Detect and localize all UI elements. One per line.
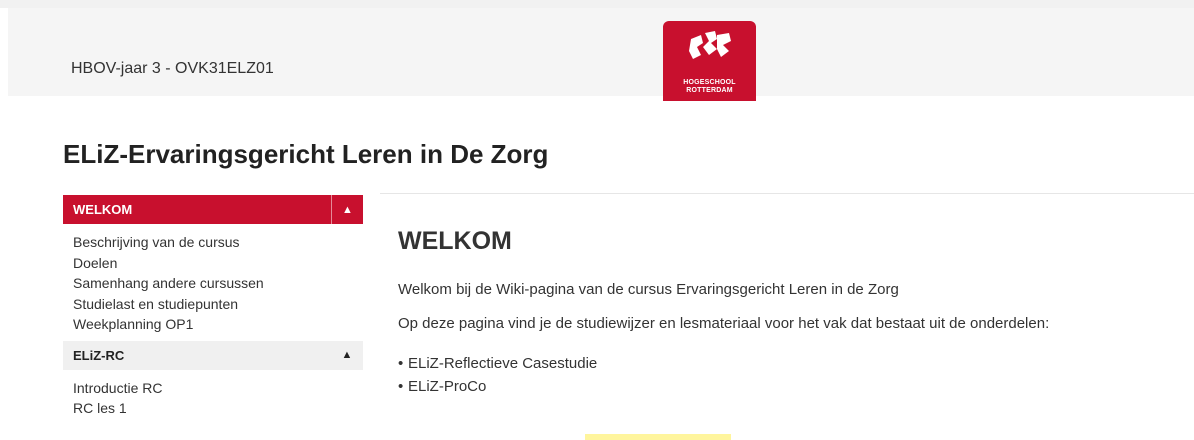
content-divider [380, 193, 1194, 194]
logo-mark-icon [689, 31, 731, 59]
sidebar-nav: WELKOM ▲ Beschrijving van de cursus Doel… [63, 195, 363, 425]
description-paragraph: Op deze pagina vind je de studiewijzer e… [398, 315, 1050, 332]
list-item: ELiZ-Reflectieve Casestudie [398, 352, 1188, 375]
collapse-arrow-icon[interactable]: ▲ [331, 195, 363, 224]
sidebar-item-samenhang[interactable]: Samenhang andere cursussen [63, 273, 363, 294]
hogeschool-rotterdam-logo[interactable]: HOGESCHOOL ROTTERDAM [663, 21, 756, 101]
sidebar-item-studielast[interactable]: Studielast en studiepunten [63, 294, 363, 315]
sidebar-section-label: ELiZ-RC [73, 347, 125, 363]
sidebar-item-introductie-rc[interactable]: Introductie RC [63, 378, 363, 399]
sidebar-section-label: WELKOM [73, 202, 133, 217]
sidebar-section-welkom[interactable]: WELKOM ▲ [63, 195, 363, 224]
sidebar-item-rc-les-1[interactable]: RC les 1 [63, 398, 363, 419]
list-item: ELiZ-ProCo [398, 375, 1188, 398]
content-heading: WELKOM [398, 227, 512, 255]
logo-text-line1: HOGESCHOOL [683, 79, 736, 86]
sidebar-item-weekplanning[interactable]: Weekplanning OP1 [63, 314, 363, 335]
sidebar-items-eliz-rc: Introductie RC RC les 1 [63, 370, 363, 425]
sidebar-item-beschrijving[interactable]: Beschrijving van de cursus [63, 232, 363, 253]
page-title: ELiZ-Ervaringsgericht Leren in De Zorg [63, 139, 549, 169]
main-content: WELKOM Welkom bij de Wiki-pagina van de … [398, 225, 1188, 398]
sidebar-item-doelen[interactable]: Doelen [63, 253, 363, 274]
components-list: ELiZ-Reflectieve Casestudie ELiZ-ProCo [398, 352, 1188, 398]
course-code: HBOV-jaar 3 - OVK31ELZ01 [71, 60, 274, 77]
collapse-arrow-icon[interactable]: ▲ [331, 341, 363, 370]
logo-text-line2: ROTTERDAM [686, 87, 733, 94]
highlighted-link-edge[interactable] [585, 434, 731, 440]
top-strip [0, 0, 1194, 8]
intro-paragraph: Welkom bij de Wiki-pagina van de cursus … [398, 281, 899, 298]
header: HBOV-jaar 3 - OVK31ELZ01 [8, 8, 1194, 96]
sidebar-section-eliz-rc[interactable]: ELiZ-RC ▲ [63, 340, 363, 370]
sidebar-items-welkom: Beschrijving van de cursus Doelen Samenh… [63, 224, 363, 341]
